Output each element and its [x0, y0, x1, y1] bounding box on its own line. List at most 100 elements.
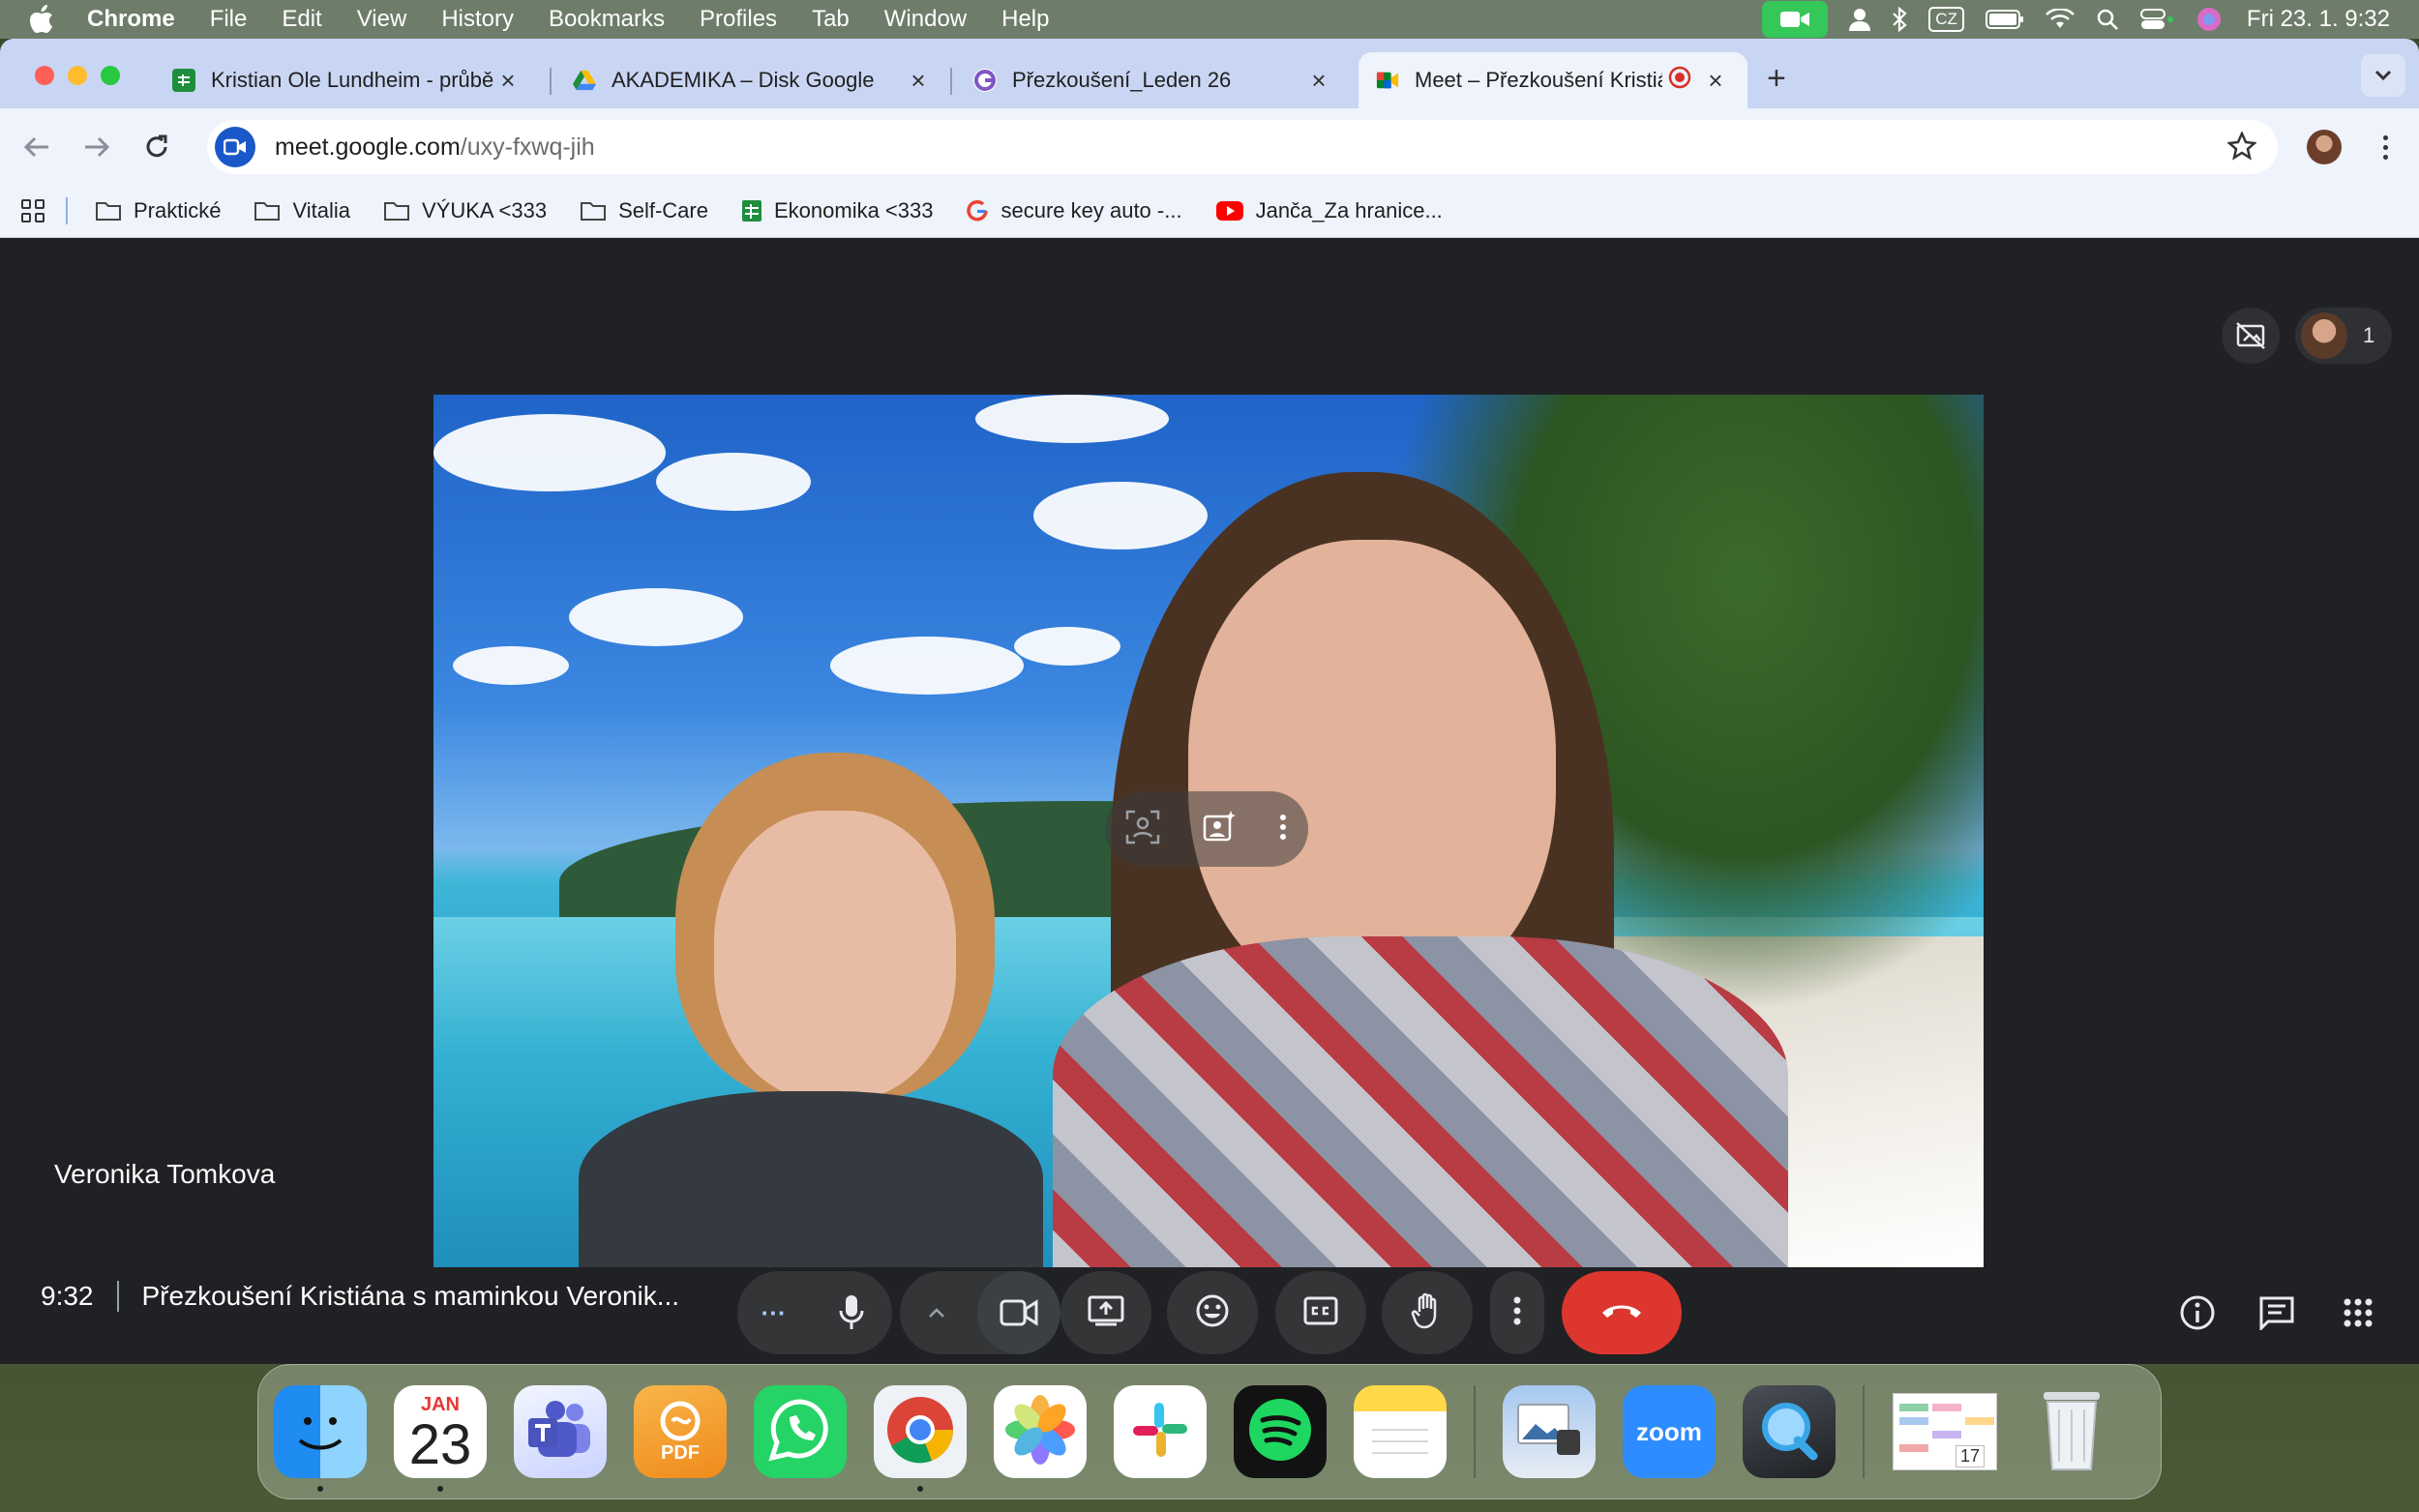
emoji-icon — [1195, 1293, 1230, 1333]
dock-calendar[interactable]: JAN 23 — [394, 1385, 487, 1492]
video-settings-chevron-icon[interactable] — [900, 1271, 973, 1354]
dock-spotify[interactable] — [1234, 1385, 1327, 1478]
dock-teams[interactable] — [514, 1385, 607, 1478]
tab-prezkouseni-form[interactable]: Přezkoušení_Leden 26 × — [956, 52, 1351, 108]
menu-window[interactable]: Window — [884, 6, 967, 33]
spotlight-search-icon[interactable] — [2096, 8, 2119, 31]
input-source-badge[interactable]: CZ — [1928, 7, 1964, 32]
visual-effects-icon[interactable] — [1202, 810, 1237, 849]
tab-meet-active[interactable]: Meet – Přezkoušení Kristiána × — [1359, 52, 1747, 108]
dock-preview[interactable] — [1503, 1385, 1596, 1478]
dock-trash[interactable] — [2025, 1385, 2118, 1478]
menu-app-chrome[interactable]: Chrome — [87, 6, 175, 33]
slack-icon — [1129, 1399, 1191, 1466]
menu-tab[interactable]: Tab — [812, 6, 850, 33]
macos-menu-bar: Chrome File Edit View History Bookmarks … — [0, 0, 2419, 39]
url-host: meet.google.com — [275, 133, 461, 161]
more-options-button[interactable] — [1490, 1271, 1544, 1354]
wifi-icon[interactable] — [2046, 9, 2075, 30]
close-tab-button[interactable]: × — [1701, 66, 1730, 96]
chat-icon[interactable] — [2255, 1290, 2299, 1335]
chrome-menu-icon[interactable] — [2371, 130, 2400, 164]
bookmark-label: Janča_Za hranice... — [1255, 197, 1443, 222]
meeting-details-info-icon[interactable] — [2175, 1290, 2220, 1335]
participants-button[interactable]: 1 — [2295, 308, 2392, 364]
participant-video-tile[interactable] — [433, 395, 1984, 1267]
microphone-button[interactable] — [810, 1271, 892, 1354]
folder-icon — [95, 200, 122, 222]
close-tab-button[interactable]: × — [904, 66, 933, 96]
reload-icon[interactable] — [139, 130, 174, 164]
dock-calendar-stack[interactable]: 17 — [1892, 1385, 1998, 1478]
hang-up-icon — [1600, 1301, 1643, 1325]
raise-hand-button[interactable] — [1382, 1271, 1473, 1354]
site-info-meet-icon[interactable] — [215, 127, 255, 167]
dock-chrome[interactable] — [874, 1385, 967, 1492]
bookmark-secure-key[interactable]: secure key auto -... — [966, 198, 1182, 223]
bookmark-star-icon[interactable] — [2226, 130, 2257, 167]
bookmark-vyuka[interactable]: VÝUKA <333 — [383, 198, 547, 223]
zoom-label: zoom — [1636, 1416, 1702, 1446]
close-tab-button[interactable]: × — [493, 66, 523, 96]
dock-notes[interactable] — [1354, 1385, 1447, 1478]
dock-quicktime[interactable] — [1743, 1385, 1836, 1478]
close-tab-button[interactable]: × — [1304, 66, 1333, 96]
dock-zoom[interactable]: zoom — [1623, 1385, 1716, 1478]
bookmark-janca[interactable]: Janča_Za hranice... — [1215, 198, 1443, 223]
zoom-window-button[interactable] — [101, 66, 120, 85]
profile-avatar[interactable] — [2307, 130, 2342, 164]
new-tab-button[interactable]: + — [1767, 60, 1786, 98]
close-window-button[interactable] — [35, 66, 54, 85]
tab-akademika-drive[interactable]: AKADEMIKA – Disk Google × — [555, 52, 950, 108]
tile-more-options-icon[interactable] — [1278, 813, 1288, 846]
forward-arrow-icon[interactable] — [79, 130, 114, 164]
bookmark-prakticke[interactable]: Praktické — [95, 198, 221, 223]
tab-kristian-sheet[interactable]: Kristian Ole Lundheim - průběh × — [155, 52, 540, 108]
menubar-clock[interactable]: Fri 23. 1. 9:32 — [2247, 6, 2390, 33]
menu-bookmarks[interactable]: Bookmarks — [549, 6, 665, 33]
bookmark-vitalia[interactable]: Vitalia — [254, 198, 350, 223]
sheets-icon — [172, 69, 195, 92]
address-bar[interactable]: meet.google.com/uxy-fxwq-jih — [207, 120, 2278, 174]
menu-edit[interactable]: Edit — [282, 6, 321, 33]
captions-button[interactable] — [1275, 1271, 1366, 1354]
apple-icon[interactable] — [29, 5, 60, 34]
notes-icon — [1366, 1401, 1434, 1464]
tab-search-chevron-icon[interactable] — [2361, 54, 2405, 97]
control-center-icon[interactable] — [2139, 8, 2175, 31]
leave-call-button[interactable] — [1562, 1271, 1682, 1354]
audio-settings-button[interactable]: ··· — [737, 1271, 810, 1354]
dock-slack[interactable] — [1114, 1385, 1207, 1478]
bookmark-self-care[interactable]: Self-Care — [580, 198, 708, 223]
frame-person-icon[interactable] — [1125, 810, 1160, 849]
menu-file[interactable]: File — [210, 6, 248, 33]
reactions-button[interactable] — [1167, 1271, 1258, 1354]
finder-icon — [286, 1396, 354, 1468]
battery-icon[interactable] — [1985, 9, 2024, 30]
siri-icon[interactable] — [2196, 7, 2222, 32]
dock-photos[interactable] — [994, 1385, 1087, 1478]
menu-history[interactable]: History — [441, 6, 514, 33]
back-arrow-icon[interactable] — [19, 130, 54, 164]
menu-profiles[interactable]: Profiles — [700, 6, 777, 33]
folder-icon — [254, 200, 281, 222]
audio-controls: ··· — [737, 1271, 892, 1354]
menu-help[interactable]: Help — [1001, 6, 1049, 33]
camera-button[interactable] — [977, 1271, 1060, 1354]
bluetooth-icon[interactable] — [1892, 7, 1907, 32]
bookmark-ekonomika[interactable]: Ekonomika <333 — [741, 198, 933, 223]
menu-view[interactable]: View — [357, 6, 407, 33]
camera-in-use-icon[interactable] — [1762, 1, 1829, 38]
activities-grid-icon[interactable] — [2336, 1290, 2380, 1335]
apps-grid-icon[interactable] — [21, 198, 45, 222]
dock-finder[interactable] — [274, 1385, 367, 1492]
background-effects-off-icon[interactable] — [2222, 308, 2280, 364]
address-url[interactable]: meet.google.com/uxy-fxwq-jih — [275, 133, 595, 162]
minimize-window-button[interactable] — [68, 66, 87, 85]
present-screen-button[interactable] — [1060, 1271, 1151, 1354]
user-icon[interactable] — [1849, 8, 1871, 31]
dock-pdf-expert[interactable]: PDF — [634, 1385, 727, 1478]
folder-icon — [580, 200, 607, 222]
mini-calendar-day: 17 — [1955, 1445, 1985, 1468]
dock-whatsapp[interactable] — [754, 1385, 847, 1478]
